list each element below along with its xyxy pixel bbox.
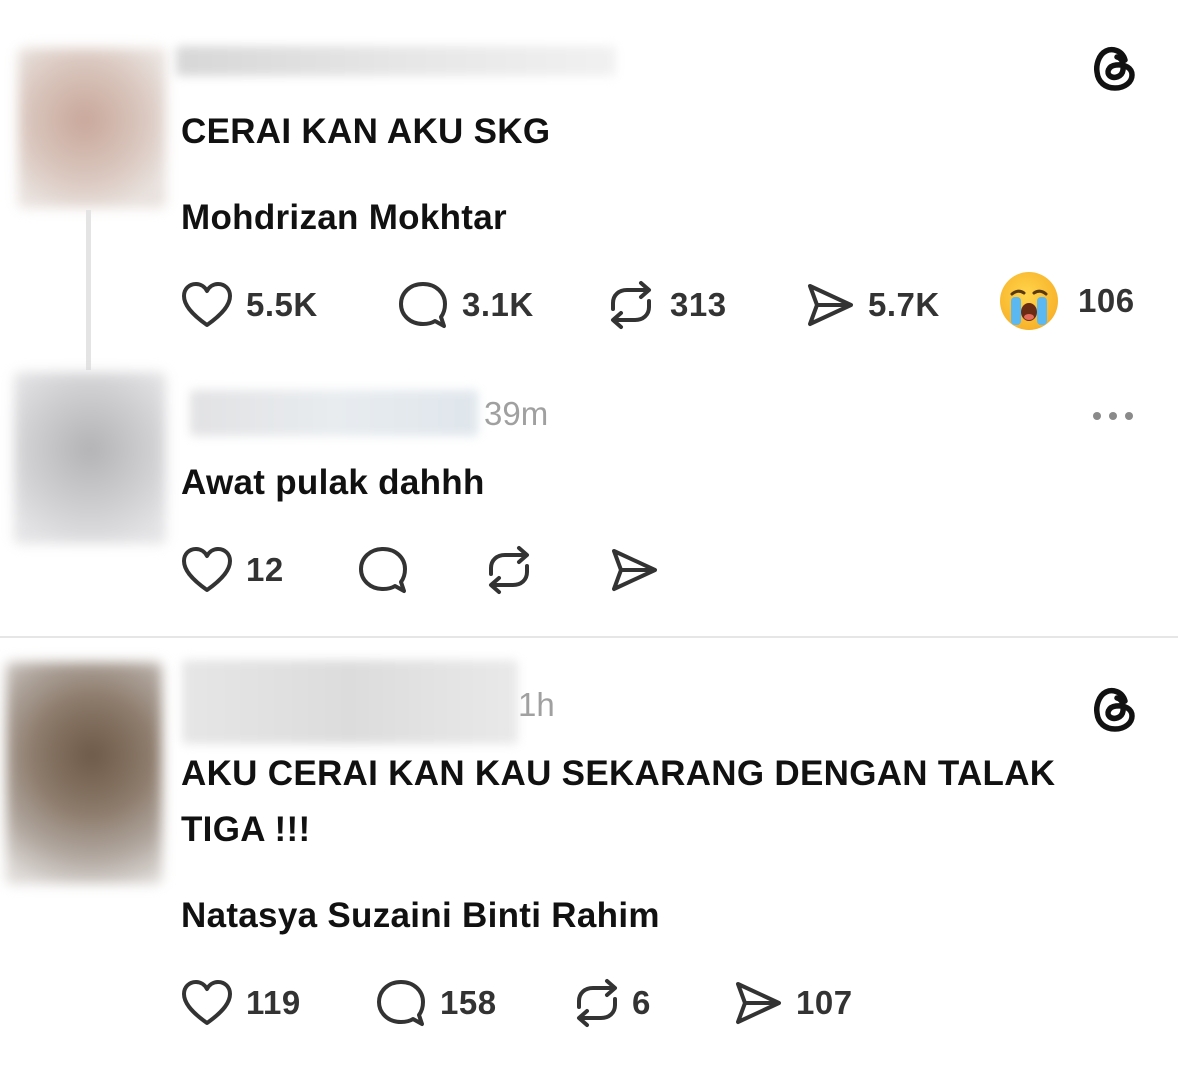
post-text-line-1: AKU CERAI KAN KAU SEKARANG DENGAN TALAK: [181, 754, 1056, 793]
post-time: 39m: [484, 395, 549, 432]
reply-bubble-icon: [359, 547, 407, 593]
heart-icon: [182, 547, 232, 592]
like-button[interactable]: 12: [180, 545, 284, 595]
like-count: 5.5K: [246, 286, 318, 323]
post-text: CERAI KAN AKU SKG: [181, 112, 551, 151]
threads-logo-icon: [1090, 683, 1140, 740]
reply-button[interactable]: [356, 545, 410, 595]
repost-button[interactable]: 6: [570, 978, 651, 1028]
username-blurred[interactable]: [176, 46, 616, 76]
username-blurred[interactable]: [182, 660, 518, 744]
share-button[interactable]: 107: [732, 978, 853, 1028]
username-blurred[interactable]: [190, 390, 478, 436]
like-button[interactable]: 119: [180, 978, 301, 1028]
heart-icon: [182, 980, 232, 1025]
repost-count: 313: [670, 286, 727, 323]
repost-icon: [489, 546, 529, 594]
reaction-button[interactable]: 106: [1000, 272, 1135, 330]
reply-button[interactable]: 3.1K: [396, 280, 534, 330]
post-time: 1h: [518, 686, 555, 723]
reply-count: 158: [440, 984, 497, 1021]
repost-button[interactable]: [482, 545, 536, 595]
avatar[interactable]: [6, 662, 162, 884]
repost-button[interactable]: 313: [604, 280, 727, 330]
repost-count: 6: [632, 984, 651, 1021]
post-text-line-2: TIGA !!!: [181, 810, 311, 849]
share-count: 5.7K: [868, 286, 940, 323]
loudly-crying-face-emoji: [1000, 272, 1058, 330]
more-options-icon[interactable]: [1093, 412, 1133, 420]
reply-button[interactable]: 158: [374, 978, 497, 1028]
author-tag[interactable]: Mohdrizan Mokhtar: [181, 198, 507, 238]
share-button[interactable]: [608, 545, 660, 595]
like-button[interactable]: 5.5K: [180, 280, 318, 330]
like-count: 119: [246, 984, 301, 1021]
author-tag[interactable]: Natasya Suzaini Binti Rahim: [181, 896, 660, 936]
repost-icon: [611, 281, 651, 329]
reaction-count: 106: [1078, 282, 1135, 319]
send-icon: [808, 284, 853, 326]
reply-bubble-icon: [377, 980, 425, 1026]
reply-text: Awat pulak dahhh: [181, 463, 485, 502]
reply-bubble-icon: [399, 282, 447, 328]
share-count: 107: [796, 984, 853, 1021]
avatar[interactable]: [18, 48, 166, 208]
send-icon: [612, 549, 657, 591]
threads-logo-icon: [1090, 42, 1140, 99]
thread-connector-line: [86, 210, 91, 370]
avatar[interactable]: [14, 372, 166, 544]
share-button[interactable]: 5.7K: [804, 280, 940, 330]
like-count: 12: [246, 551, 284, 588]
reply-count: 3.1K: [462, 286, 534, 323]
send-icon: [736, 982, 781, 1024]
heart-icon: [182, 282, 232, 327]
repost-icon: [577, 979, 617, 1027]
divider: [0, 636, 1178, 638]
